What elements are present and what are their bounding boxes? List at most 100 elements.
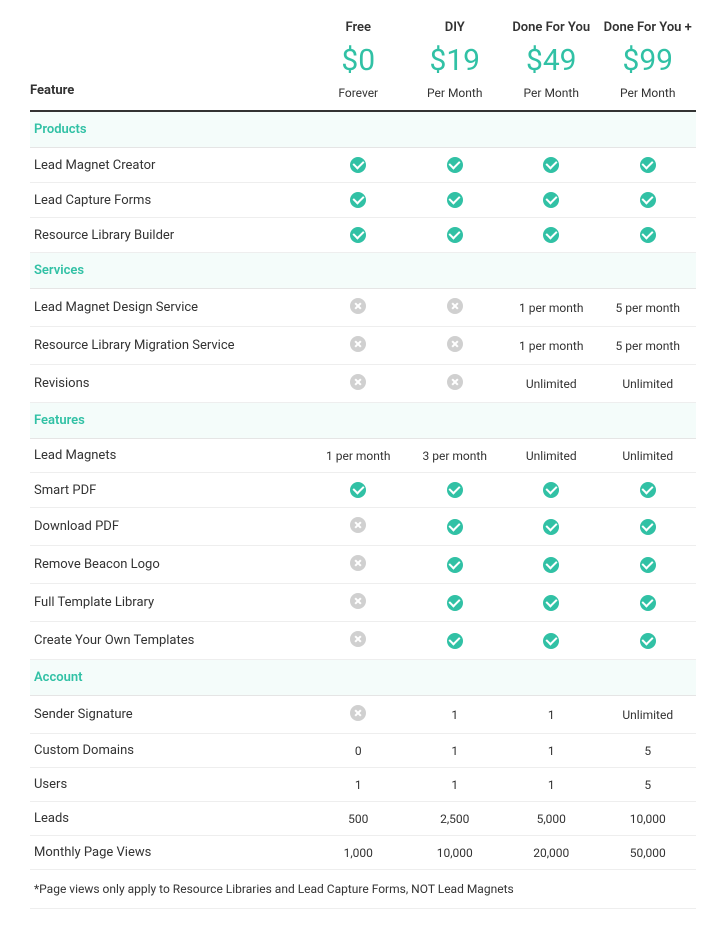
check-icon (543, 157, 559, 173)
table-row: Leads5002,5005,00010,000 (30, 802, 696, 836)
check-icon (543, 633, 559, 649)
cross-icon (350, 631, 366, 647)
cell (503, 595, 600, 611)
header-row: Feature Free $0 Forever DIY $19 Per Mont… (30, 20, 696, 112)
table-row: Lead Magnet Creator (30, 148, 696, 183)
table-row: Lead Magnets1 per month3 per monthUnlimi… (30, 439, 696, 473)
cell (407, 482, 504, 498)
plan-header-diy: DIY $19 Per Month (407, 20, 504, 100)
check-icon (640, 157, 656, 173)
check-icon (543, 192, 559, 208)
plan-period: Per Month (503, 86, 600, 100)
row-label: Full Template Library (30, 595, 310, 610)
row-label: Lead Magnet Creator (30, 158, 310, 173)
check-icon (350, 227, 366, 243)
table-row: Lead Capture Forms (30, 183, 696, 218)
check-icon (350, 192, 366, 208)
plan-header-free: Free $0 Forever (310, 20, 407, 100)
check-icon (543, 519, 559, 535)
cell: 1 (407, 708, 504, 722)
table-row: Resource Library Migration Service 1 per … (30, 327, 696, 365)
cell: 3 per month (407, 449, 504, 463)
cell: 500 (310, 812, 407, 826)
cell: 1 per month (503, 339, 600, 353)
row-label: Monthly Page Views (30, 845, 310, 860)
row-label: Smart PDF (30, 483, 310, 498)
table-row: Users1115 (30, 768, 696, 802)
row-label: Resource Library Migration Service (30, 338, 310, 353)
plan-name: Free (310, 20, 407, 35)
section-header: Account (30, 660, 696, 696)
cell (310, 227, 407, 243)
cell: 5 (600, 744, 697, 758)
cell (310, 631, 407, 650)
cell (407, 227, 504, 243)
cell (310, 593, 407, 612)
cell (310, 374, 407, 393)
cell (600, 482, 697, 498)
sections-container: ProductsLead Magnet CreatorLead Capture … (30, 112, 696, 870)
cell: 5 per month (600, 301, 697, 315)
cell: Unlimited (600, 377, 697, 391)
cell (503, 227, 600, 243)
cross-icon (350, 517, 366, 533)
cell: Unlimited (600, 708, 697, 722)
plan-period: Forever (310, 86, 407, 100)
check-icon (543, 227, 559, 243)
plan-period: Per Month (407, 86, 504, 100)
check-icon (447, 157, 463, 173)
row-label: Revisions (30, 376, 310, 391)
cell: 1 (310, 778, 407, 792)
cell: 50,000 (600, 846, 697, 860)
cell (600, 157, 697, 173)
cell: Unlimited (503, 449, 600, 463)
cell (407, 633, 504, 649)
cross-icon (350, 336, 366, 352)
cell: 1 (503, 778, 600, 792)
cell: 5,000 (503, 812, 600, 826)
table-row: Resource Library Builder (30, 218, 696, 253)
cross-icon (350, 298, 366, 314)
check-icon (350, 482, 366, 498)
check-icon (543, 557, 559, 573)
check-icon (447, 519, 463, 535)
plan-name: DIY (407, 20, 504, 35)
cell: 5 per month (600, 339, 697, 353)
cell: 1 per month (310, 449, 407, 463)
row-label: Lead Magnets (30, 448, 310, 463)
row-label: Sender Signature (30, 707, 310, 722)
cell (310, 336, 407, 355)
table-row: RevisionsUnlimitedUnlimited (30, 365, 696, 403)
cell: 1 (407, 744, 504, 758)
cross-icon (350, 555, 366, 571)
cross-icon (447, 336, 463, 352)
row-label: Download PDF (30, 519, 310, 534)
cell: 10,000 (600, 812, 697, 826)
check-icon (447, 595, 463, 611)
cell: 1 per month (503, 301, 600, 315)
cell (310, 555, 407, 574)
check-icon (447, 557, 463, 573)
cell (503, 192, 600, 208)
table-row: Lead Magnet Design Service1 per month5 p… (30, 289, 696, 327)
row-label: Lead Capture Forms (30, 193, 310, 208)
cell: 0 (310, 744, 407, 758)
plan-price: $19 (407, 43, 504, 78)
cell: 1 (503, 708, 600, 722)
table-row: Sender Signature11Unlimited (30, 696, 696, 734)
cell (600, 595, 697, 611)
cell (503, 633, 600, 649)
table-row: Download PDF (30, 508, 696, 546)
check-icon (640, 633, 656, 649)
cell: 1 (503, 744, 600, 758)
plan-header-done-for-you: Done For You $49 Per Month (503, 20, 600, 100)
cell: 1,000 (310, 846, 407, 860)
check-icon (640, 482, 656, 498)
check-icon (543, 482, 559, 498)
check-icon (447, 227, 463, 243)
table-row: Full Template Library (30, 584, 696, 622)
cell (407, 374, 504, 393)
cell (407, 157, 504, 173)
check-icon (640, 227, 656, 243)
check-icon (447, 633, 463, 649)
